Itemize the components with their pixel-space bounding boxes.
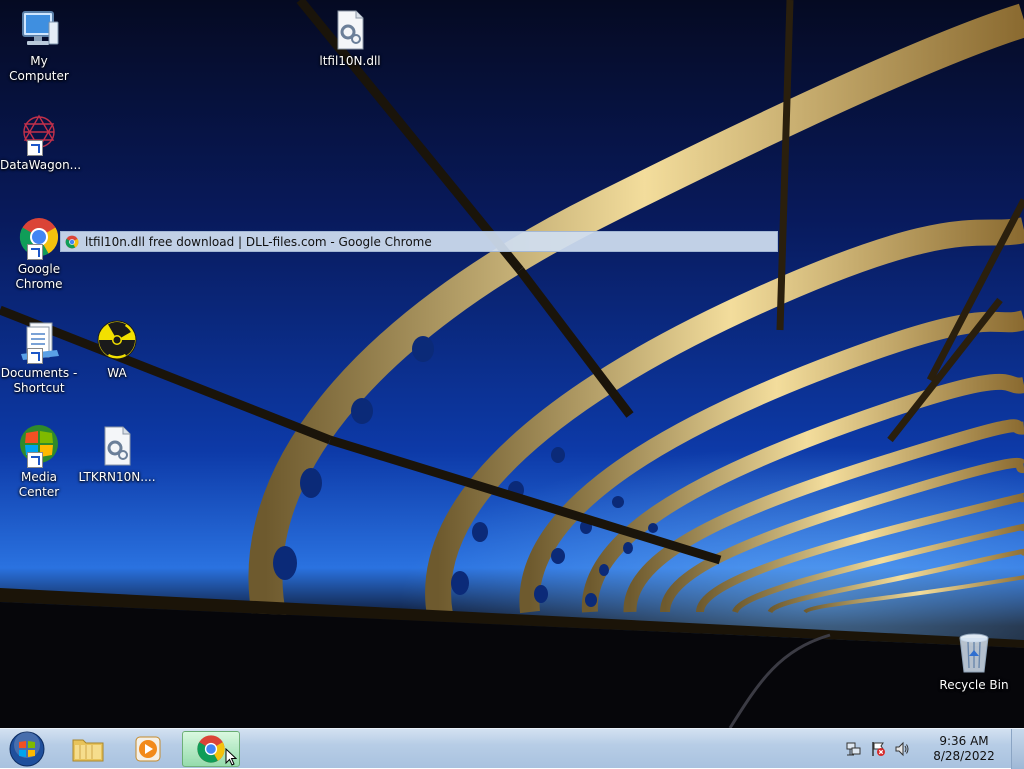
- desktop-icon-google-chrome[interactable]: Google Chrome: [0, 216, 78, 292]
- media-center-icon: [15, 424, 63, 468]
- desktop[interactable]: My Computer ltfil10N.dll DataWagon... Go…: [0, 0, 1024, 728]
- clock[interactable]: 9:36 AM 8/28/2022: [928, 734, 1000, 764]
- documents-icon: [15, 320, 63, 364]
- desktop-icon-wa[interactable]: WA: [78, 320, 156, 381]
- clock-date: 8/28/2022: [933, 749, 995, 763]
- windows-orb-icon: [9, 731, 45, 767]
- dll-file-icon: [93, 424, 141, 468]
- volume-icon[interactable]: [894, 741, 910, 757]
- taskbar-preview-tooltip[interactable]: ltfil10n.dll free download | DLL-files.c…: [60, 231, 778, 252]
- action-center-flag-icon[interactable]: [870, 741, 886, 757]
- shortcut-arrow-icon: [27, 452, 43, 468]
- tooltip-text: ltfil10n.dll free download | DLL-files.c…: [85, 234, 432, 249]
- desktop-icon-label: DataWagon...: [0, 158, 82, 172]
- desktop-icon-documents-shortcut[interactable]: Documents - Shortcut: [0, 320, 78, 396]
- shortcut-arrow-icon: [27, 348, 43, 364]
- recycle-bin-icon: [950, 632, 998, 676]
- desktop-icon-label: LTKRN10N....: [78, 470, 156, 484]
- desktop-icon-label: Documents - Shortcut: [0, 366, 78, 395]
- taskbar-chrome-button[interactable]: [182, 731, 240, 767]
- chrome-icon: [65, 235, 79, 248]
- chrome-icon: [197, 735, 225, 763]
- desktop-icon-media-center[interactable]: Media Center: [0, 424, 78, 500]
- desktop-icon-datawagon[interactable]: DataWagon...: [0, 112, 82, 173]
- dll-file-icon: [326, 8, 374, 52]
- taskbar-media-player-button[interactable]: [120, 731, 176, 767]
- mouse-cursor-icon: [225, 748, 237, 766]
- desktop-icon-label: ltfil10N.dll: [319, 54, 381, 68]
- media-player-icon: [135, 736, 161, 762]
- desktop-icon-label: Media Center: [18, 470, 60, 499]
- start-button[interactable]: [2, 731, 52, 767]
- desktop-icon-label: My Computer: [9, 54, 69, 83]
- chrome-icon: [15, 216, 63, 260]
- desktop-icon-label: WA: [107, 366, 127, 380]
- radiation-icon: [93, 320, 141, 364]
- clock-time: 9:36 AM: [939, 734, 989, 748]
- shortcut-arrow-icon: [27, 244, 43, 260]
- taskbar-explorer-button[interactable]: [60, 731, 116, 767]
- system-tray: 9:36 AM 8/28/2022: [846, 729, 1000, 769]
- taskbar: 9:36 AM 8/28/2022: [0, 728, 1024, 769]
- desktop-icon-ltfil10n-dll[interactable]: ltfil10N.dll: [311, 8, 389, 69]
- shortcut-arrow-icon: [27, 140, 43, 156]
- computer-icon: [15, 8, 63, 52]
- desktop-icon-label: Recycle Bin: [939, 678, 1009, 692]
- network-icon[interactable]: [846, 741, 862, 757]
- datawagon-icon: [15, 112, 63, 156]
- desktop-icon-recycle-bin[interactable]: Recycle Bin: [935, 632, 1013, 693]
- desktop-icon-label: Google Chrome: [15, 262, 63, 291]
- show-desktop-button[interactable]: [1011, 729, 1024, 769]
- desktop-icon-ltkrn10n[interactable]: LTKRN10N....: [78, 424, 156, 485]
- explorer-folder-icon: [72, 739, 104, 762]
- desktop-icon-my-computer[interactable]: My Computer: [0, 8, 78, 84]
